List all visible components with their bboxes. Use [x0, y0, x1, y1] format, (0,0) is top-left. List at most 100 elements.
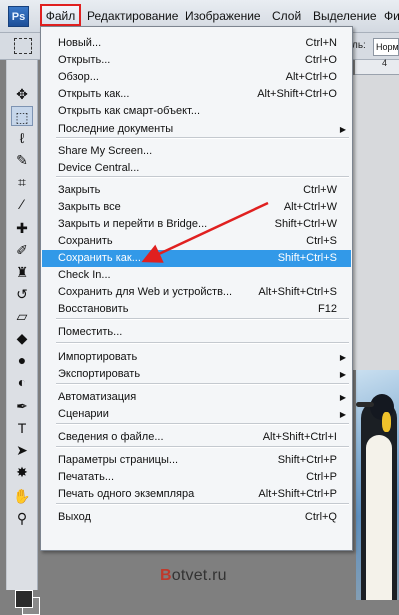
file-menu-item-label: Автоматизация [58, 391, 137, 403]
lasso-tool-icon[interactable]: ℓ [11, 128, 33, 148]
menu-separator [56, 503, 349, 505]
history-brush-tool-icon[interactable]: ↺ [11, 284, 33, 304]
path-selection-tool-icon[interactable]: ➤ [11, 440, 33, 460]
file-menu-item[interactable]: Автоматизация ▶ [42, 389, 351, 406]
move-tool-icon[interactable]: ✥ [11, 84, 33, 104]
file-menu-item[interactable]: Печатать... Ctrl+P [42, 469, 351, 486]
file-menu-item[interactable]: Закрыть и перейти в Bridge... Shift+Ctrl+… [42, 216, 351, 233]
file-menu-item[interactable]: Импортировать ▶ [42, 349, 351, 366]
file-menu-item-shortcut: Ctrl+W [303, 184, 337, 196]
file-menu-item-shortcut: Alt+Ctrl+O [285, 71, 337, 83]
file-menu-item[interactable]: Сведения о файле... Alt+Shift+Ctrl+I [42, 429, 351, 446]
foreground-color-swatch[interactable] [15, 590, 33, 608]
file-menu-item[interactable]: Открыть как... Alt+Shift+Ctrl+O [42, 86, 351, 103]
file-menu-item[interactable]: Печать одного экземпляра Alt+Shift+Ctrl+P [42, 486, 351, 503]
blur-tool-icon[interactable]: ● [11, 350, 33, 370]
file-menu-item-shortcut: Shift+Ctrl+S [277, 252, 337, 264]
file-menu-item-label: Печатать... [58, 471, 114, 483]
penguin-beak [356, 402, 374, 407]
file-menu-item[interactable]: Обзор... Alt+Ctrl+O [42, 69, 351, 86]
file-menu-item[interactable]: Открыть... Ctrl+O [42, 52, 351, 69]
menu-separator [56, 176, 349, 178]
file-menu-item[interactable]: Сохранить как... Shift+Ctrl+S [42, 250, 351, 267]
file-menu-item-label: Сохранить для Web и устройств... [58, 286, 233, 298]
file-menu-item-label: Закрыть и перейти в Bridge... [58, 218, 208, 230]
submenu-arrow-icon: ▶ [339, 125, 346, 134]
file-menu-item-shortcut: Alt+Shift+Ctrl+O [257, 88, 337, 100]
file-menu-item-label: Восстановить [58, 303, 129, 315]
file-menu-item[interactable]: Закрыть Ctrl+W [42, 182, 351, 199]
gradient-tool-icon[interactable]: ◆ [11, 328, 33, 348]
submenu-arrow-icon: ▶ [339, 353, 346, 362]
watermark-initial: B [160, 567, 172, 584]
submenu-arrow-icon: ▶ [339, 370, 346, 379]
clone-stamp-tool-icon[interactable]: ♜ [11, 262, 33, 282]
file-menu-item-shortcut: Ctrl+S [306, 235, 337, 247]
file-menu-item[interactable]: Экспортировать ▶ [42, 366, 351, 383]
file-menu-item-shortcut: Alt+Shift+Ctrl+S [258, 286, 337, 298]
file-menu-item[interactable]: Параметры страницы... Shift+Ctrl+P [42, 452, 351, 469]
file-menu-item-label: Device Central... [58, 162, 140, 174]
brush-tool-icon[interactable]: ✐ [11, 240, 33, 260]
file-menu-item-shortcut: Shift+Ctrl+W [274, 218, 337, 230]
penguin-patch [382, 412, 391, 432]
file-menu-item-label: Импортировать [58, 351, 138, 363]
file-menu-item-label: Закрыть все [58, 201, 121, 213]
menu-file[interactable]: Файл [40, 4, 81, 26]
marquee-tool-icon[interactable]: ⬚ [11, 106, 33, 126]
menu-separator [56, 423, 349, 425]
file-menu-item[interactable]: Открыть как смарт-объект... [42, 103, 351, 120]
quick-selection-tool-icon[interactable]: ✎ [11, 150, 33, 170]
crop-tool-icon[interactable]: ⌗ [11, 172, 33, 192]
file-menu-item-label: Check In... [58, 269, 111, 281]
file-menu-item[interactable]: Сохранить Ctrl+S [42, 233, 351, 250]
file-menu-item-label: Открыть... [58, 54, 111, 66]
file-menu-item[interactable]: Сценарии ▶ [42, 406, 351, 423]
file-menu-item[interactable]: Check In... [42, 267, 351, 284]
file-menu-item[interactable]: Новый... Ctrl+N [42, 35, 351, 52]
file-menu-item[interactable]: Закрыть все Alt+Ctrl+W [42, 199, 351, 216]
file-menu-item-shortcut: Shift+Ctrl+P [277, 454, 337, 466]
watermark-rest: otvet.ru [171, 567, 227, 584]
dodge-tool-icon[interactable]: ◐ [11, 372, 33, 392]
file-menu-item[interactable]: Share My Screen... [42, 143, 351, 160]
eraser-tool-icon[interactable]: ▱ [11, 306, 33, 326]
file-menu-item-shortcut: Ctrl+P [306, 471, 337, 483]
hand-tool-icon[interactable]: ✋ [11, 486, 33, 506]
eyedropper-tool-icon[interactable]: ⁄ [11, 194, 33, 214]
file-menu-item-shortcut: Ctrl+O [304, 54, 337, 66]
file-menu-item-label: Последние документы [58, 123, 174, 135]
file-menu-item[interactable]: Device Central... [42, 160, 351, 177]
file-menu-item-shortcut: Ctrl+N [305, 37, 337, 49]
file-menu-item-shortcut: Ctrl+Q [304, 511, 337, 523]
file-menu-item-label: Share My Screen... [58, 145, 153, 157]
shape-tool-icon[interactable]: ✸ [11, 462, 33, 482]
file-menu-item[interactable]: Последние документы ▶ [42, 121, 351, 138]
type-tool-icon[interactable]: T [11, 418, 33, 438]
toolbox: ✥ ⬚ ℓ ✎ ⌗ ⁄ ✚ ✐ ♜ ↺ ▱ ◆ ● ◐ ✒ T ➤ ✸ ✋ ⚲ [6, 60, 40, 615]
pen-tool-icon[interactable]: ✒ [11, 396, 33, 416]
file-menu-item-label: Поместить... [58, 326, 123, 338]
zoom-tool-icon[interactable]: ⚲ [11, 508, 33, 528]
file-menu-item-label: Сведения о файле... [58, 431, 164, 443]
file-menu-item-label: Новый... [58, 37, 102, 49]
file-menu-item[interactable]: Выход Ctrl+Q [42, 509, 351, 526]
file-menu-item-label: Открыть как смарт-объект... [58, 105, 201, 117]
file-menu-item[interactable]: Восстановить F12 [42, 301, 351, 318]
file-menu-item-label: Выход [58, 511, 91, 523]
healing-brush-tool-icon[interactable]: ✚ [11, 218, 33, 238]
file-menu-item-label: Печать одного экземпляра [58, 488, 195, 500]
marquee-options-icon[interactable] [14, 38, 32, 54]
file-menu-item-label: Экспортировать [58, 368, 141, 380]
menu-filter[interactable]: Фи [384, 0, 399, 32]
file-menu-item-label: Параметры страницы... [58, 454, 179, 466]
file-menu-item-shortcut: Alt+Ctrl+W [283, 201, 337, 213]
ruler-top [355, 60, 399, 75]
file-menu-item-label: Обзор... [58, 71, 99, 83]
style-select[interactable]: Норма [373, 38, 399, 56]
watermark: Botvet.ru [160, 567, 227, 585]
file-menu-item-label: Сохранить как... [58, 252, 141, 264]
file-menu-item[interactable]: Сохранить для Web и устройств... Alt+Shif… [42, 284, 351, 301]
file-menu-item[interactable]: Поместить... [42, 324, 351, 341]
menu-separator [56, 446, 349, 448]
